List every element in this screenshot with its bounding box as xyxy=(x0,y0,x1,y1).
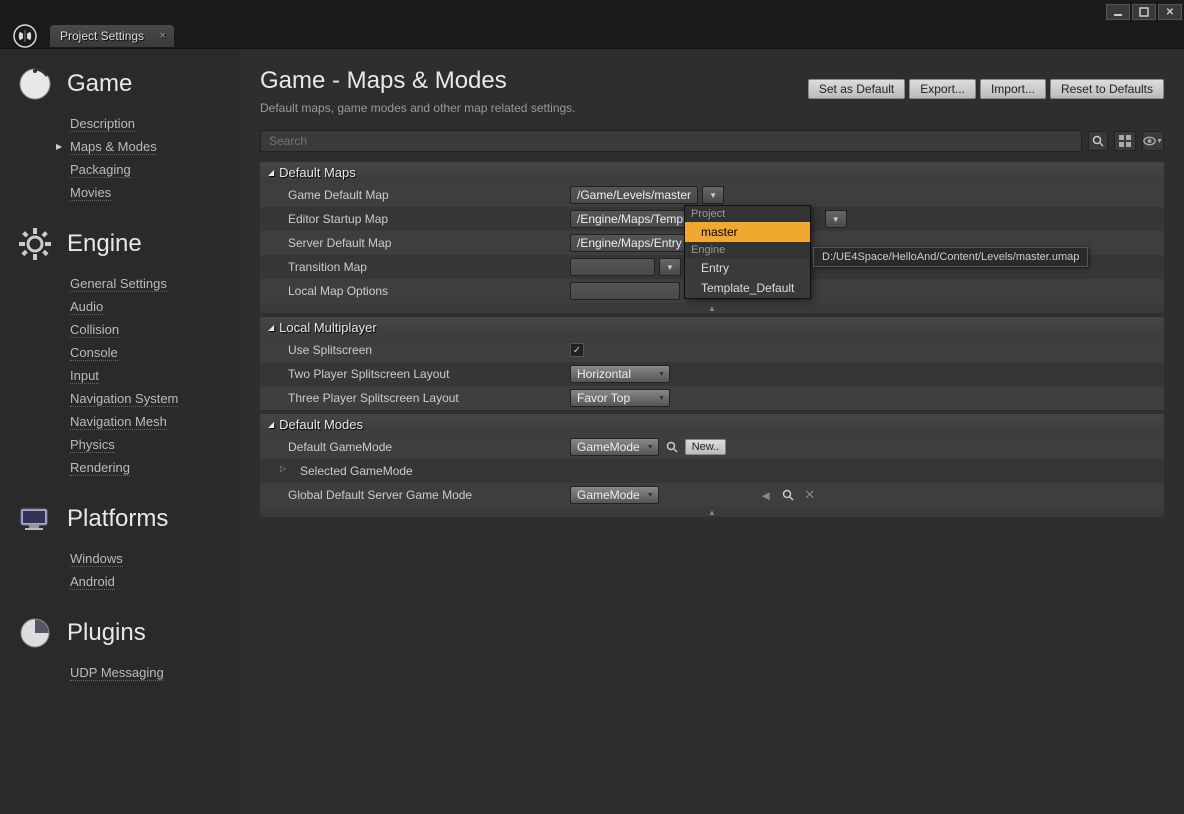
browse-server-gamemode-icon[interactable] xyxy=(779,486,797,504)
field-game-default-map[interactable]: /Game/Levels/master xyxy=(570,186,698,204)
path-tooltip: D:/UE4Space/HelloAnd/Content/Levels/mast… xyxy=(813,247,1088,267)
search-input[interactable] xyxy=(260,130,1082,152)
import-button[interactable]: Import... xyxy=(980,79,1046,99)
sidebar-item-windows[interactable]: Windows xyxy=(70,547,240,570)
sidebar-item-description[interactable]: Description xyxy=(70,112,240,135)
sidebar-item-android[interactable]: Android xyxy=(70,570,240,593)
page-subtitle: Default maps, game modes and other map r… xyxy=(260,101,576,115)
popup-item-master[interactable]: master xyxy=(685,222,810,242)
popup-item-entry[interactable]: Entry xyxy=(685,258,810,278)
tab-project-settings[interactable]: Project Settings × xyxy=(50,25,174,47)
sidebar-item-navigation-system[interactable]: Navigation System xyxy=(70,387,240,410)
main-panel: Game - Maps & Modes Default maps, game m… xyxy=(240,49,1184,814)
checkbox-use-splitscreen[interactable]: ✓ xyxy=(570,343,584,357)
sidebar-title-engine: Engine xyxy=(67,230,142,258)
sidebar-item-collision[interactable]: Collision xyxy=(70,318,240,341)
combo-three-player-layout[interactable]: Favor Top xyxy=(570,389,670,407)
sidebar-section-platforms: Platforms Windows Android xyxy=(15,499,240,593)
engine-icon xyxy=(15,224,55,264)
sidebar-section-engine: Engine General Settings Audio Collision … xyxy=(15,224,240,479)
titlebar: ✕ xyxy=(0,0,1184,24)
label-selected-gamemode[interactable]: Selected GameMode xyxy=(260,464,560,478)
label-local-map-options: Local Map Options xyxy=(260,284,560,298)
browse-gamemode-icon[interactable] xyxy=(663,438,681,456)
combo-two-player-layout[interactable]: Horizontal xyxy=(570,365,670,383)
combo-global-server-gamemode[interactable]: GameMode xyxy=(570,486,659,504)
sidebar-title-plugins: Plugins xyxy=(67,619,146,647)
grid-view-icon[interactable] xyxy=(1114,131,1136,151)
section-local-multiplayer[interactable]: Local Multiplayer xyxy=(260,317,1164,338)
label-two-player-layout: Two Player Splitscreen Layout xyxy=(260,367,560,381)
field-editor-startup-map[interactable]: /Engine/Maps/Templat xyxy=(570,210,703,228)
collapse-default-maps[interactable]: ▲ xyxy=(260,303,1164,313)
export-button[interactable]: Export... xyxy=(909,79,976,99)
close-button[interactable]: ✕ xyxy=(1158,4,1182,20)
sidebar-item-general-settings[interactable]: General Settings xyxy=(70,272,240,295)
sidebar-section-plugins: Plugins UDP Messaging xyxy=(15,613,240,684)
plugins-icon xyxy=(15,613,55,653)
combo-default-gamemode[interactable]: GameMode xyxy=(570,438,659,456)
field-transition-map[interactable] xyxy=(570,258,655,276)
label-editor-startup-map: Editor Startup Map xyxy=(260,212,560,226)
tab-label: Project Settings xyxy=(60,29,144,43)
sidebar-item-movies[interactable]: Movies xyxy=(70,181,240,204)
sidebar-item-packaging[interactable]: Packaging xyxy=(70,158,240,181)
section-default-maps[interactable]: Default Maps xyxy=(260,162,1164,183)
sidebar-item-physics[interactable]: Physics xyxy=(70,433,240,456)
clear-server-gamemode-icon[interactable]: ✕ xyxy=(801,486,819,504)
label-global-server-gamemode: Global Default Server Game Mode xyxy=(260,488,560,502)
label-three-player-layout: Three Player Splitscreen Layout xyxy=(260,391,560,405)
sidebar-item-maps-modes[interactable]: Maps & Modes xyxy=(70,135,240,158)
sidebar-item-rendering[interactable]: Rendering xyxy=(70,456,240,479)
sidebar: Game Description Maps & Modes Packaging … xyxy=(0,49,240,814)
game-icon xyxy=(15,64,55,104)
tabbar: Project Settings × xyxy=(0,24,1184,48)
eye-icon[interactable]: ▼ xyxy=(1142,131,1164,151)
popup-item-template-default[interactable]: Template_Default xyxy=(685,278,810,298)
label-use-splitscreen: Use Splitscreen xyxy=(260,343,560,357)
dropdown-game-default-map[interactable]: ▼ xyxy=(702,186,724,204)
dropdown-editor-startup-map[interactable]: ▼ xyxy=(825,210,847,228)
sidebar-title-game: Game xyxy=(67,70,132,98)
sidebar-item-console[interactable]: Console xyxy=(70,341,240,364)
sidebar-item-audio[interactable]: Audio xyxy=(70,295,240,318)
search-icon[interactable] xyxy=(1088,131,1108,151)
popup-category-project: Project xyxy=(685,206,810,222)
label-default-gamemode: Default GameMode xyxy=(260,440,560,454)
sidebar-item-udp-messaging[interactable]: UDP Messaging xyxy=(70,661,240,684)
minimize-button[interactable] xyxy=(1106,4,1130,20)
label-game-default-map: Game Default Map xyxy=(260,188,560,202)
back-arrow-icon[interactable]: ◄ xyxy=(757,486,775,504)
sidebar-item-input[interactable]: Input xyxy=(70,364,240,387)
page-title: Game - Maps & Modes xyxy=(260,67,576,95)
popup-category-engine: Engine xyxy=(685,242,810,258)
new-gamemode-button[interactable]: New.. xyxy=(685,439,727,455)
reset-to-defaults-button[interactable]: Reset to Defaults xyxy=(1050,79,1164,99)
field-server-default-map[interactable]: /Engine/Maps/Entry xyxy=(570,234,690,252)
collapse-default-modes[interactable]: ▲ xyxy=(260,507,1164,517)
set-as-default-button[interactable]: Set as Default xyxy=(808,79,905,99)
map-dropdown-popup: Project master Engine Entry Template_Def… xyxy=(684,205,811,299)
dropdown-transition-map[interactable]: ▼ xyxy=(659,258,681,276)
sidebar-item-navigation-mesh[interactable]: Navigation Mesh xyxy=(70,410,240,433)
section-default-modes[interactable]: Default Modes xyxy=(260,414,1164,435)
sidebar-title-platforms: Platforms xyxy=(67,505,168,533)
unreal-logo-icon xyxy=(10,24,40,48)
field-local-map-options[interactable] xyxy=(570,282,680,300)
sidebar-section-game: Game Description Maps & Modes Packaging … xyxy=(15,64,240,204)
tab-close-icon[interactable]: × xyxy=(160,30,166,42)
platforms-icon xyxy=(15,499,55,539)
label-transition-map: Transition Map xyxy=(260,260,560,274)
label-server-default-map: Server Default Map xyxy=(260,236,560,250)
maximize-button[interactable] xyxy=(1132,4,1156,20)
